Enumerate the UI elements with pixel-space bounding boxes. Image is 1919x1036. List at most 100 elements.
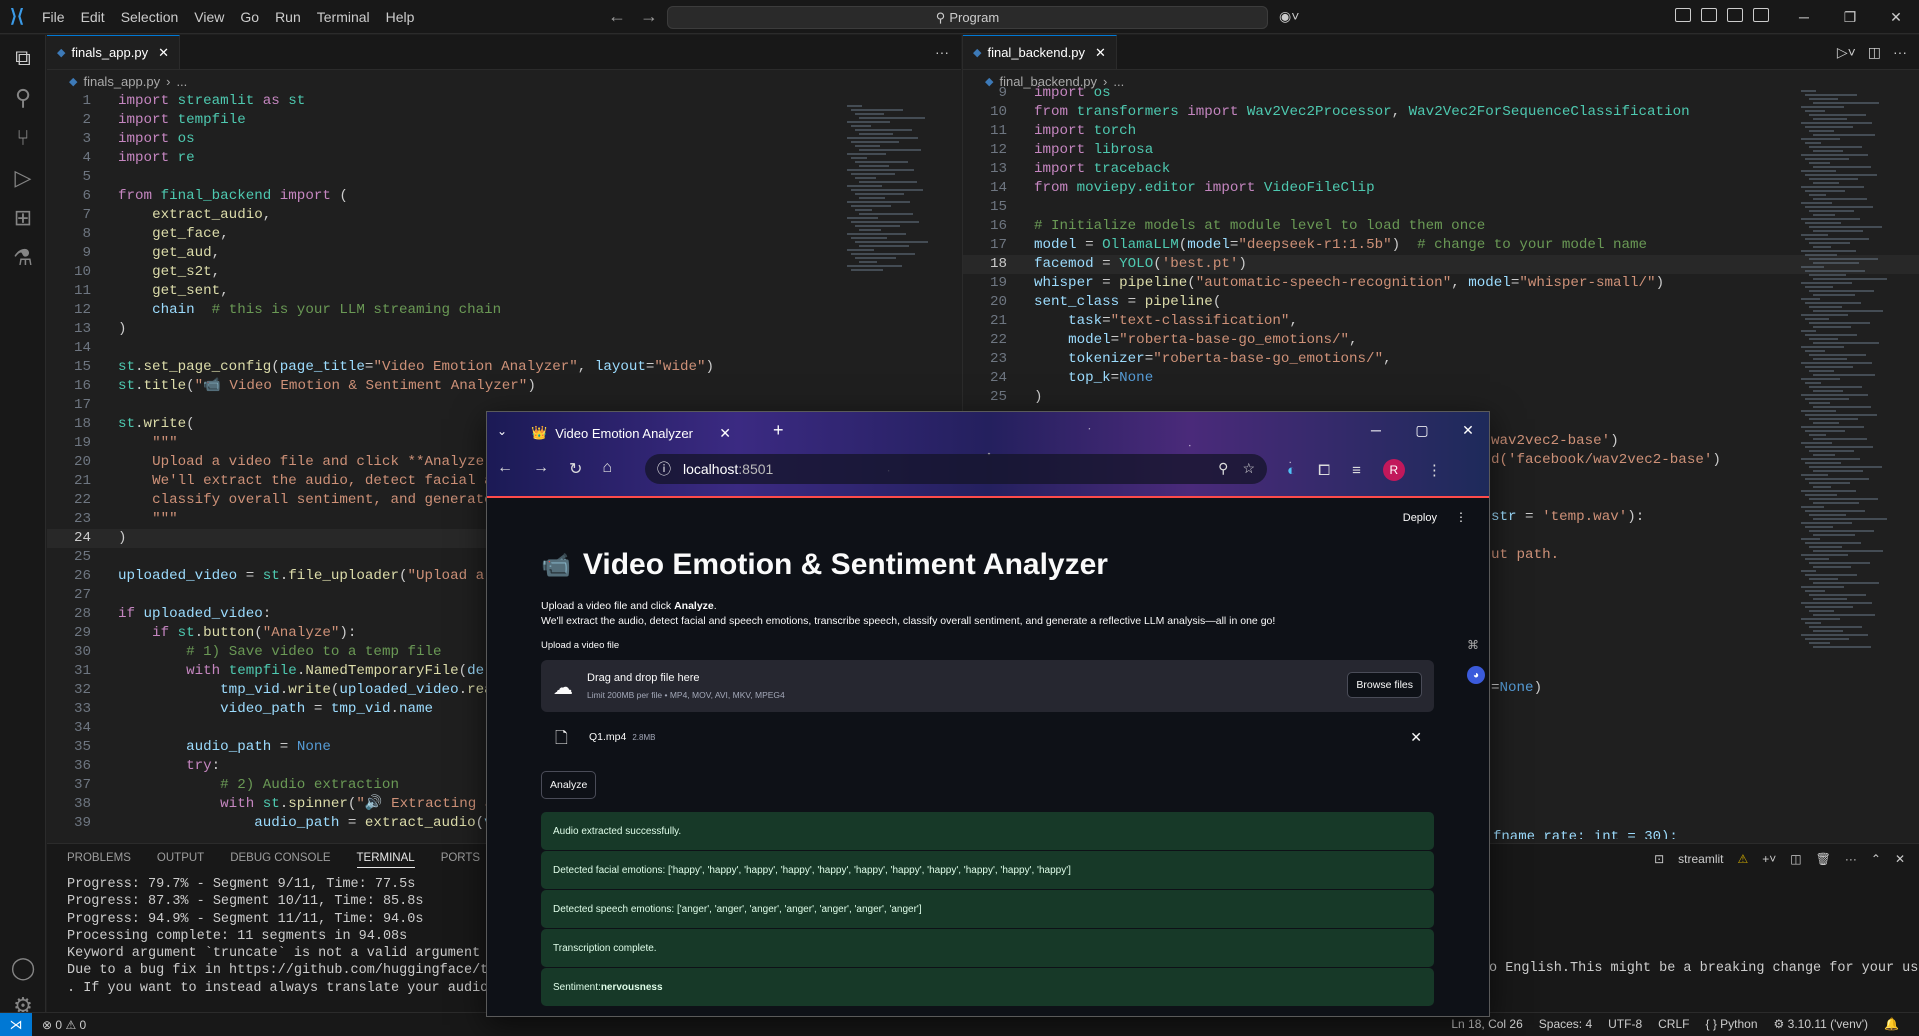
tab-search-icon[interactable]: ⌄ — [497, 424, 507, 438]
reading-list-icon[interactable]: ≡ — [1352, 462, 1361, 479]
more-actions-icon[interactable]: ··· — [935, 44, 949, 60]
remote-indicator-icon[interactable]: ⋊ — [0, 1012, 32, 1036]
menu-terminal[interactable]: Terminal — [309, 0, 378, 34]
split-editor-icon[interactable]: ◫ — [1868, 44, 1881, 61]
tab-terminal[interactable]: TERMINAL — [356, 852, 415, 868]
notifications-icon[interactable]: 🔔 — [1884, 1017, 1899, 1031]
split-terminal-icon[interactable]: ◫ — [1790, 852, 1801, 866]
address-bar[interactable]: ⓘ localhost:8501 ⚲ ☆ — [645, 454, 1267, 484]
menu-selection[interactable]: Selection — [113, 0, 187, 34]
zoom-icon[interactable]: ⚲ — [1218, 460, 1228, 477]
run-python-icon[interactable]: ▷˅ — [1837, 44, 1856, 61]
code-line[interactable]: 13 import traceback — [963, 160, 1919, 179]
tab-debug-console[interactable]: DEBUG CONSOLE — [230, 852, 330, 868]
code-line[interactable]: 22 model="roberta-base-go_emotions/", — [963, 331, 1919, 350]
remove-file-icon[interactable]: ✕ — [1410, 729, 1422, 746]
code-line[interactable]: 9 get_aud, — [47, 244, 961, 263]
minimize-icon[interactable]: ─ — [1353, 412, 1399, 448]
indentation[interactable]: Spaces: 4 — [1539, 1017, 1592, 1031]
source-control-icon[interactable]: ⑂ — [10, 125, 36, 151]
run-debug-icon[interactable]: ▷ — [10, 165, 36, 191]
code-line[interactable]: 14 — [47, 339, 961, 358]
code-line[interactable]: 13) — [47, 320, 961, 339]
encoding[interactable]: UTF-8 — [1608, 1017, 1642, 1031]
tab-final-backend[interactable]: ◆ final_backend.py ✕ — [963, 35, 1117, 69]
restore-icon[interactable]: ❐ — [1827, 0, 1873, 34]
close-tab-icon[interactable]: ✕ — [719, 425, 731, 442]
new-tab-icon[interactable]: + — [773, 420, 784, 441]
app-menu-icon[interactable]: ⋮ — [1455, 510, 1467, 524]
code-area-right[interactable]: 9 import os 10 from transformers import Wav… — [963, 84, 1919, 407]
close-icon[interactable]: ✕ — [1873, 0, 1919, 34]
menu-go[interactable]: Go — [232, 0, 267, 34]
toggle-secondary-sidebar-icon[interactable] — [1753, 8, 1769, 22]
browse-files-button[interactable]: Browse files — [1347, 672, 1422, 698]
close-icon[interactable]: ✕ — [1445, 412, 1489, 448]
minimize-icon[interactable]: ─ — [1781, 0, 1827, 34]
code-line[interactable]: 5 — [47, 168, 961, 187]
cursor-position[interactable]: Ln 18, Col 26 — [1451, 1017, 1522, 1031]
command-center[interactable]: ⚲ Program — [667, 6, 1268, 29]
code-line[interactable]: 18 facemod = YOLO('best.pt') — [963, 255, 1919, 274]
assistant-bot-icon[interactable]: ◕ — [1467, 666, 1485, 684]
code-line[interactable]: 25) — [963, 388, 1919, 407]
code-line[interactable]: 4 import re — [47, 149, 961, 168]
tab-finals-app[interactable]: ◆ finals_app.py ✕ — [47, 35, 180, 69]
tab-problems[interactable]: PROBLEMS — [67, 852, 131, 868]
code-line[interactable]: 11 import torch — [963, 122, 1919, 141]
toggle-sidebar-icon[interactable] — [1701, 8, 1717, 22]
deploy-button[interactable]: Deploy — [1403, 512, 1437, 524]
breadcrumb-file[interactable]: finals_app.py — [83, 74, 160, 89]
kill-terminal-icon[interactable]: 🗑 — [1816, 852, 1831, 866]
code-line[interactable]: 24 top_k=None — [963, 369, 1919, 388]
maximize-panel-icon[interactable]: ⌃ — [1871, 852, 1881, 866]
code-line[interactable]: 10 get_s2t, — [47, 263, 961, 282]
code-line[interactable]: 8 get_face, — [47, 225, 961, 244]
tab-close-icon[interactable]: ✕ — [158, 45, 169, 61]
code-line[interactable]: 15 — [963, 198, 1919, 217]
tab-close-icon[interactable]: ✕ — [1095, 45, 1106, 61]
terminal-output[interactable]: Progress: 79.7% - Segment 9/11, Time: 77… — [67, 876, 553, 997]
minimap-right[interactable] — [1801, 90, 1891, 690]
home-icon[interactable]: ⌂ — [602, 459, 612, 479]
menu-view[interactable]: View — [186, 0, 232, 34]
breadcrumb-symbol[interactable]: ... — [176, 74, 187, 89]
browser-tab[interactable]: 👑 Video Emotion Analyzer ✕ — [521, 418, 741, 448]
toggle-panel-icon[interactable] — [1727, 8, 1743, 22]
site-info-icon[interactable]: ⓘ — [657, 459, 671, 479]
back-icon[interactable]: ← — [497, 459, 513, 479]
end-of-line[interactable]: CRLF — [1658, 1017, 1689, 1031]
terminal-name[interactable]: streamlit — [1678, 852, 1723, 866]
testing-icon[interactable]: ⚗ — [10, 245, 36, 271]
extensions-puzzle-icon[interactable]: ⧠ — [1318, 462, 1330, 479]
code-line[interactable]: 2 import tempfile — [47, 111, 961, 130]
code-line[interactable]: 17 model = OllamaLLM(model="deepseek-r1:1… — [963, 236, 1919, 255]
code-line[interactable]: 7 extract_audio, — [47, 206, 961, 225]
close-panel-icon[interactable]: ✕ — [1895, 852, 1905, 866]
code-line[interactable]: 12 import librosa — [963, 141, 1919, 160]
maximize-icon[interactable]: ▢ — [1399, 412, 1445, 448]
tab-ports[interactable]: PORTS — [441, 852, 480, 868]
language-mode[interactable]: { } Python — [1705, 1017, 1757, 1031]
more-actions-icon[interactable]: ··· — [1893, 44, 1907, 61]
menu-edit[interactable]: Edit — [73, 0, 113, 34]
copilot-icon[interactable]: ◉˅ — [1279, 8, 1299, 25]
file-dropzone[interactable]: ☁ Drag and drop file here Limit 200MB pe… — [541, 660, 1434, 712]
forward-arrow-icon[interactable]: → — [640, 6, 658, 27]
extension-grid-icon[interactable]: ⌘ — [1467, 638, 1485, 652]
code-line[interactable]: 3 import os — [47, 130, 961, 149]
extension-icon[interactable]: ◐ — [1287, 462, 1296, 479]
code-line[interactable]: 12 chain # this is your LLM streaming ch… — [47, 301, 961, 320]
browser-menu-icon[interactable]: ⋮ — [1427, 461, 1442, 479]
search-view-icon[interactable]: ⚲ — [10, 85, 36, 111]
extensions-icon[interactable]: ⊞ — [10, 205, 36, 231]
menu-help[interactable]: Help — [378, 0, 423, 34]
code-line[interactable]: 9 import os — [963, 84, 1919, 103]
reload-icon[interactable]: ↻ — [569, 459, 582, 479]
explorer-icon[interactable]: ⧉ — [10, 45, 36, 71]
code-line[interactable]: 10 from transformers import Wav2Vec2Proce… — [963, 103, 1919, 122]
code-line[interactable]: 11 get_sent, — [47, 282, 961, 301]
menu-file[interactable]: File — [34, 0, 73, 34]
interpreter[interactable]: ⚙ 3.10.11 ('venv') — [1774, 1017, 1869, 1031]
analyze-button[interactable]: Analyze — [541, 771, 597, 799]
